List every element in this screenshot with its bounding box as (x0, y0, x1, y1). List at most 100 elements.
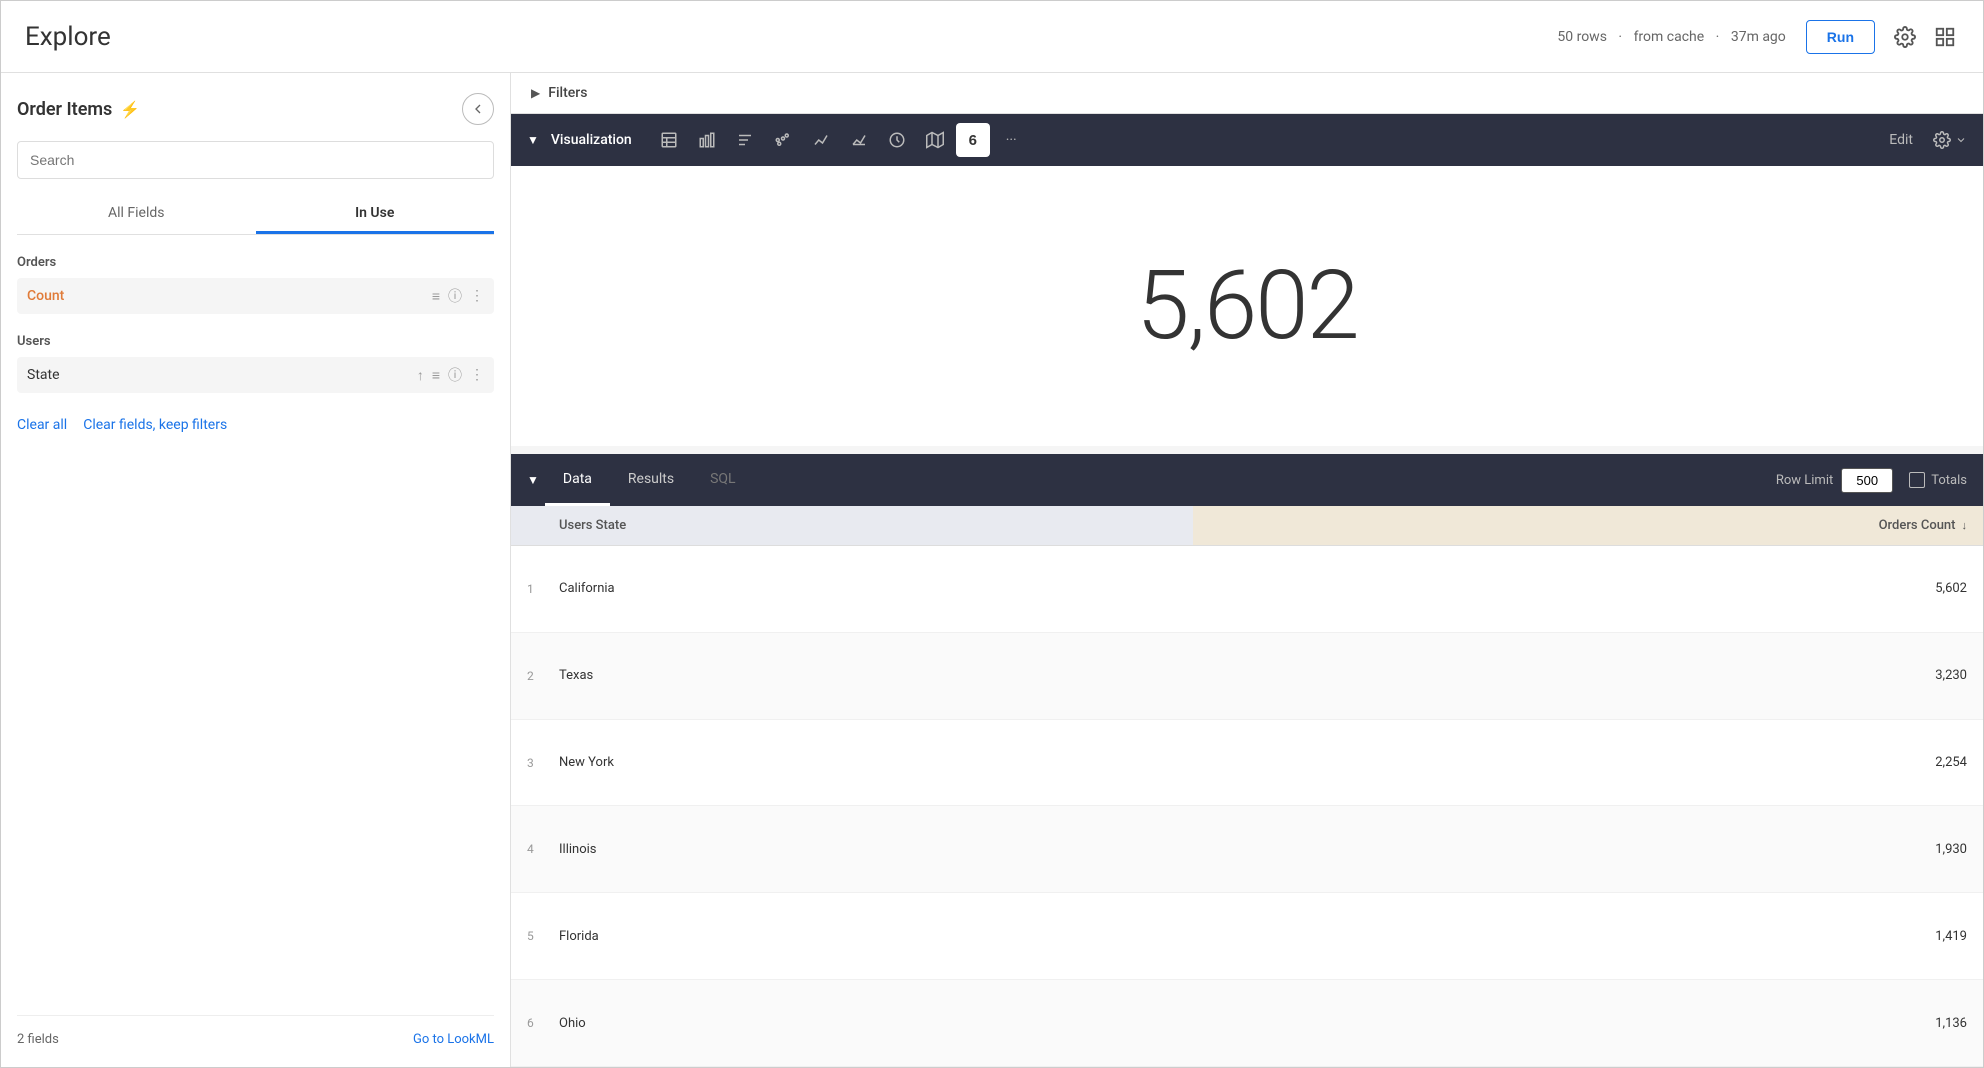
viz-more-icon[interactable]: ··· (1006, 132, 1017, 148)
state-field-actions: ↑ ≡ ⓘ ⋮ (417, 365, 484, 385)
section-divider (511, 446, 1983, 450)
tab-data[interactable]: Data (545, 454, 610, 506)
count-field-name: Count (27, 288, 432, 304)
sidebar-title: Order Items ⚡ (17, 99, 140, 120)
main-layout: Order Items ⚡ All Fields In Use Orders (1, 73, 1983, 1067)
sidebar-bottom: 2 fields Go to LookML (17, 1015, 494, 1047)
totals-checkbox-group[interactable]: Totals (1909, 472, 1967, 488)
table-row: 6 Ohio 1,136 (511, 980, 1983, 1067)
row-num-header (511, 506, 543, 546)
header-icons (1891, 23, 1959, 51)
lightning-icon: ⚡ (120, 100, 140, 119)
table-row: 2 Texas 3,230 (511, 632, 1983, 719)
state-field-name: State (27, 367, 417, 383)
sort-desc-icon: ↓ (1962, 519, 1968, 532)
state-cell-2: Texas (543, 632, 1193, 719)
viz-area-icon[interactable] (842, 123, 876, 157)
sidebar-title-text: Order Items (17, 99, 112, 120)
state-cell-4: Illinois (543, 806, 1193, 893)
more-icon[interactable]: ⋮ (470, 288, 484, 304)
run-button[interactable]: Run (1806, 20, 1875, 54)
table-row: 1 California 5,602 (511, 546, 1983, 633)
count-field-actions: ≡ ⓘ ⋮ (432, 286, 484, 306)
viz-stacked-icon[interactable] (728, 123, 762, 157)
go-to-lookml-link[interactable]: Go to LookML (413, 1032, 494, 1047)
dot2: · (1716, 29, 1720, 45)
orders-section-label: Orders (17, 255, 494, 270)
filters-bar[interactable]: ▶ Filters (511, 73, 1983, 114)
count-cell-6: 1,136 (1193, 980, 1983, 1067)
collapse-sidebar-button[interactable] (462, 93, 494, 125)
app-header: Explore 50 rows · from cache · 37m ago R… (1, 1, 1983, 73)
viz-chevron-icon[interactable]: ▼ (527, 133, 539, 147)
row-limit-input[interactable] (1841, 468, 1893, 493)
info-icon[interactable]: ⓘ (448, 286, 462, 306)
orders-count-header[interactable]: Orders Count ↓ (1193, 506, 1983, 546)
tab-in-use[interactable]: In Use (256, 195, 495, 234)
rows-count: 50 rows (1557, 29, 1607, 45)
info-icon-state[interactable]: ⓘ (448, 365, 462, 385)
row-num-4: 4 (511, 806, 543, 893)
more-icon-state[interactable]: ⋮ (470, 367, 484, 383)
big-number-area: 5,602 (511, 166, 1983, 446)
viz-number-icon[interactable]: 6 (956, 123, 990, 157)
table-row: 3 New York 2,254 (511, 719, 1983, 806)
viz-label: Visualization (551, 132, 632, 148)
count-cell-4: 1,930 (1193, 806, 1983, 893)
state-cell-6: Ohio (543, 980, 1193, 1067)
count-cell-3: 2,254 (1193, 719, 1983, 806)
row-num-2: 2 (511, 632, 543, 719)
age-label: 37m ago (1731, 29, 1786, 45)
count-cell-5: 1,419 (1193, 893, 1983, 980)
row-num-6: 6 (511, 980, 543, 1067)
sidebar-footer: Clear all Clear fields, keep filters (17, 417, 494, 433)
clear-all-link[interactable]: Clear all (17, 417, 67, 433)
cache-label: from cache (1634, 29, 1705, 45)
state-cell-1: California (543, 546, 1193, 633)
pivot-icon[interactable]: ↑ (417, 367, 424, 384)
users-state-header[interactable]: Users State (543, 506, 1193, 546)
viz-scatter-icon[interactable] (766, 123, 800, 157)
state-field-row[interactable]: State ↑ ≡ ⓘ ⋮ (17, 357, 494, 393)
viz-edit-link[interactable]: Edit (1889, 132, 1913, 148)
row-num-1: 1 (511, 546, 543, 633)
viz-type-icons: 6 (652, 123, 990, 157)
big-number-value: 5,602 (1136, 250, 1357, 362)
totals-checkbox[interactable] (1909, 472, 1925, 488)
viz-map-icon[interactable] (918, 123, 952, 157)
viz-settings-icon[interactable] (1933, 131, 1967, 149)
sidebar: Order Items ⚡ All Fields In Use Orders (1, 73, 511, 1067)
count-cell-1: 5,602 (1193, 546, 1983, 633)
grid-icon[interactable] (1931, 23, 1959, 51)
filters-chevron-icon: ▶ (531, 86, 540, 100)
viz-line-icon[interactable] (804, 123, 838, 157)
clear-keep-link[interactable]: Clear fields, keep filters (83, 417, 227, 433)
tab-results[interactable]: Results (610, 454, 692, 506)
header-right: 50 rows · from cache · 37m ago Run (1553, 20, 1959, 54)
settings-icon[interactable] (1891, 23, 1919, 51)
filter-icon[interactable]: ≡ (432, 288, 440, 305)
count-cell-2: 3,230 (1193, 632, 1983, 719)
filters-label: Filters (548, 85, 587, 101)
sidebar-header: Order Items ⚡ (17, 93, 494, 125)
users-section: Users State ↑ ≡ ⓘ ⋮ (17, 330, 494, 401)
data-chevron-icon[interactable]: ▼ (527, 473, 539, 487)
state-cell-5: Florida (543, 893, 1193, 980)
row-num-3: 3 (511, 719, 543, 806)
search-input[interactable] (17, 141, 494, 179)
tab-sql[interactable]: SQL (692, 454, 753, 506)
filter-icon-state[interactable]: ≡ (432, 367, 440, 384)
visualization-bar: ▼ Visualization (511, 114, 1983, 166)
results-table: Users State Orders Count ↓ (511, 506, 1983, 1067)
count-field-row[interactable]: Count ≡ ⓘ ⋮ (17, 278, 494, 314)
header-meta: 50 rows · from cache · 37m ago (1553, 29, 1789, 45)
totals-label: Totals (1931, 473, 1967, 488)
field-tabs: All Fields In Use (17, 195, 494, 235)
users-section-label: Users (17, 334, 494, 349)
orders-section: Orders Count ≡ ⓘ ⋮ (17, 251, 494, 322)
viz-bar-icon[interactable] (690, 123, 724, 157)
viz-clock-icon[interactable] (880, 123, 914, 157)
row-limit-label: Row Limit (1776, 473, 1833, 488)
viz-table-icon[interactable] (652, 123, 686, 157)
tab-all-fields[interactable]: All Fields (17, 195, 256, 234)
